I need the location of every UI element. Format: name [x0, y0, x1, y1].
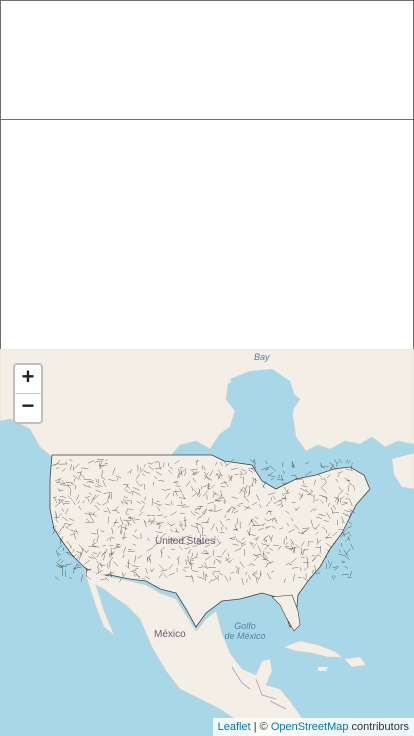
gulf-of-mexico-label: Golfo de México: [224, 621, 266, 641]
gulf-label-line1: Golfo: [234, 621, 256, 631]
top-panel: [0, 0, 414, 120]
gulf-label-line2: de México: [224, 631, 266, 641]
zoom-in-button[interactable]: +: [15, 365, 41, 393]
bay-label: Bay: [254, 352, 270, 362]
map-attribution: Leaflet | © OpenStreetMap contributors: [212, 718, 414, 736]
mexico-label: México: [154, 629, 186, 640]
canada-landmass: [0, 349, 414, 458]
map-container[interactable]: Bay United States México Golfo de México…: [0, 349, 414, 736]
attribution-suffix: contributors: [348, 721, 409, 733]
attribution-separator: | ©: [250, 721, 271, 733]
leaflet-link[interactable]: Leaflet: [218, 721, 251, 733]
zoom-out-button[interactable]: −: [15, 393, 41, 422]
openstreetmap-link[interactable]: OpenStreetMap: [271, 721, 349, 733]
zoom-control: + −: [13, 363, 43, 424]
united-states-label: United States: [155, 536, 216, 547]
middle-panel: [0, 119, 414, 350]
